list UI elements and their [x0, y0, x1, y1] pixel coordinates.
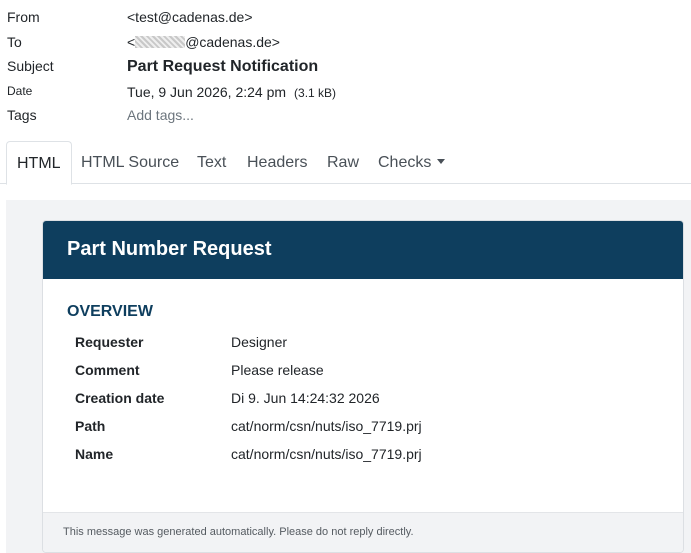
- footer-note: This message was generated automatically…: [63, 526, 414, 538]
- to-value[interactable]: < @cadenas.de>: [127, 34, 280, 50]
- field-value: Please release: [231, 362, 324, 378]
- add-tags-input[interactable]: Add tags...: [127, 107, 194, 123]
- email-header: Part Number Request: [43, 221, 683, 279]
- field-value: Designer: [231, 334, 288, 350]
- tab-checks[interactable]: Checks: [368, 141, 455, 184]
- tab-checks-label: Checks: [378, 154, 432, 171]
- subject-value: Part Request Notification: [127, 58, 319, 75]
- redacted-address: [135, 36, 186, 48]
- field-key: Path: [75, 418, 106, 434]
- subject-row: Subject Part Request Notification: [0, 58, 691, 80]
- date-label: Date: [7, 84, 33, 98]
- from-value[interactable]: <test@cadenas.de>: [127, 9, 253, 25]
- to-label: To: [7, 34, 22, 50]
- email-footer: This message was generated automatically…: [43, 512, 683, 552]
- field-key: Name: [75, 446, 114, 462]
- from-row: From <test@cadenas.de>: [0, 9, 691, 31]
- field-value: cat/norm/csn/nuts/iso_7719.prj: [231, 446, 422, 462]
- tags-row: Tags Add tags...: [0, 107, 691, 129]
- field-row: Creation date Di 9. Jun 14:24:32 2026: [75, 390, 675, 410]
- tab-text[interactable]: Text: [187, 141, 236, 184]
- date-row: Date Tue, 9 Jun 2026, 2:24 pm (3.1 kB): [0, 84, 691, 106]
- field-value: Di 9. Jun 14:24:32 2026: [231, 390, 380, 406]
- to-prefix: <: [127, 34, 136, 50]
- message-size: (3.1 kB): [294, 86, 337, 100]
- field-key: Creation date: [75, 390, 165, 406]
- subject-label: Subject: [7, 58, 54, 74]
- field-row: Comment Please release: [75, 362, 675, 382]
- field-key: Comment: [75, 362, 140, 378]
- field-key: Requester: [75, 334, 144, 350]
- field-row: Requester Designer: [75, 334, 675, 354]
- overview-heading: OVERVIEW: [67, 303, 153, 320]
- email-card: Part Number Request OVERVIEW Requester D…: [42, 220, 684, 553]
- view-tabs: HTML HTML Source Text Headers Raw Checks: [0, 141, 691, 185]
- caret-down-icon: [437, 159, 446, 164]
- tab-raw[interactable]: Raw: [317, 141, 369, 184]
- field-row: Path cat/norm/csn/nuts/iso_7719.prj: [75, 418, 675, 438]
- field-row: Name cat/norm/csn/nuts/iso_7719.prj: [75, 446, 675, 466]
- tags-label: Tags: [7, 107, 37, 123]
- date-value: Tue, 9 Jun 2026, 2:24 pm (3.1 kB): [127, 84, 336, 100]
- email-title: Part Number Request: [67, 238, 272, 260]
- tab-html-source[interactable]: HTML Source: [71, 141, 189, 184]
- from-label: From: [7, 9, 40, 25]
- tab-headers[interactable]: Headers: [237, 141, 317, 184]
- to-row: To < @cadenas.de>: [0, 34, 691, 56]
- date-text: Tue, 9 Jun 2026, 2:24 pm: [127, 84, 287, 100]
- field-value: cat/norm/csn/nuts/iso_7719.prj: [231, 418, 422, 434]
- tab-html[interactable]: HTML: [6, 141, 72, 185]
- to-suffix: @cadenas.de>: [185, 34, 280, 50]
- html-preview: Part Number Request OVERVIEW Requester D…: [6, 200, 691, 553]
